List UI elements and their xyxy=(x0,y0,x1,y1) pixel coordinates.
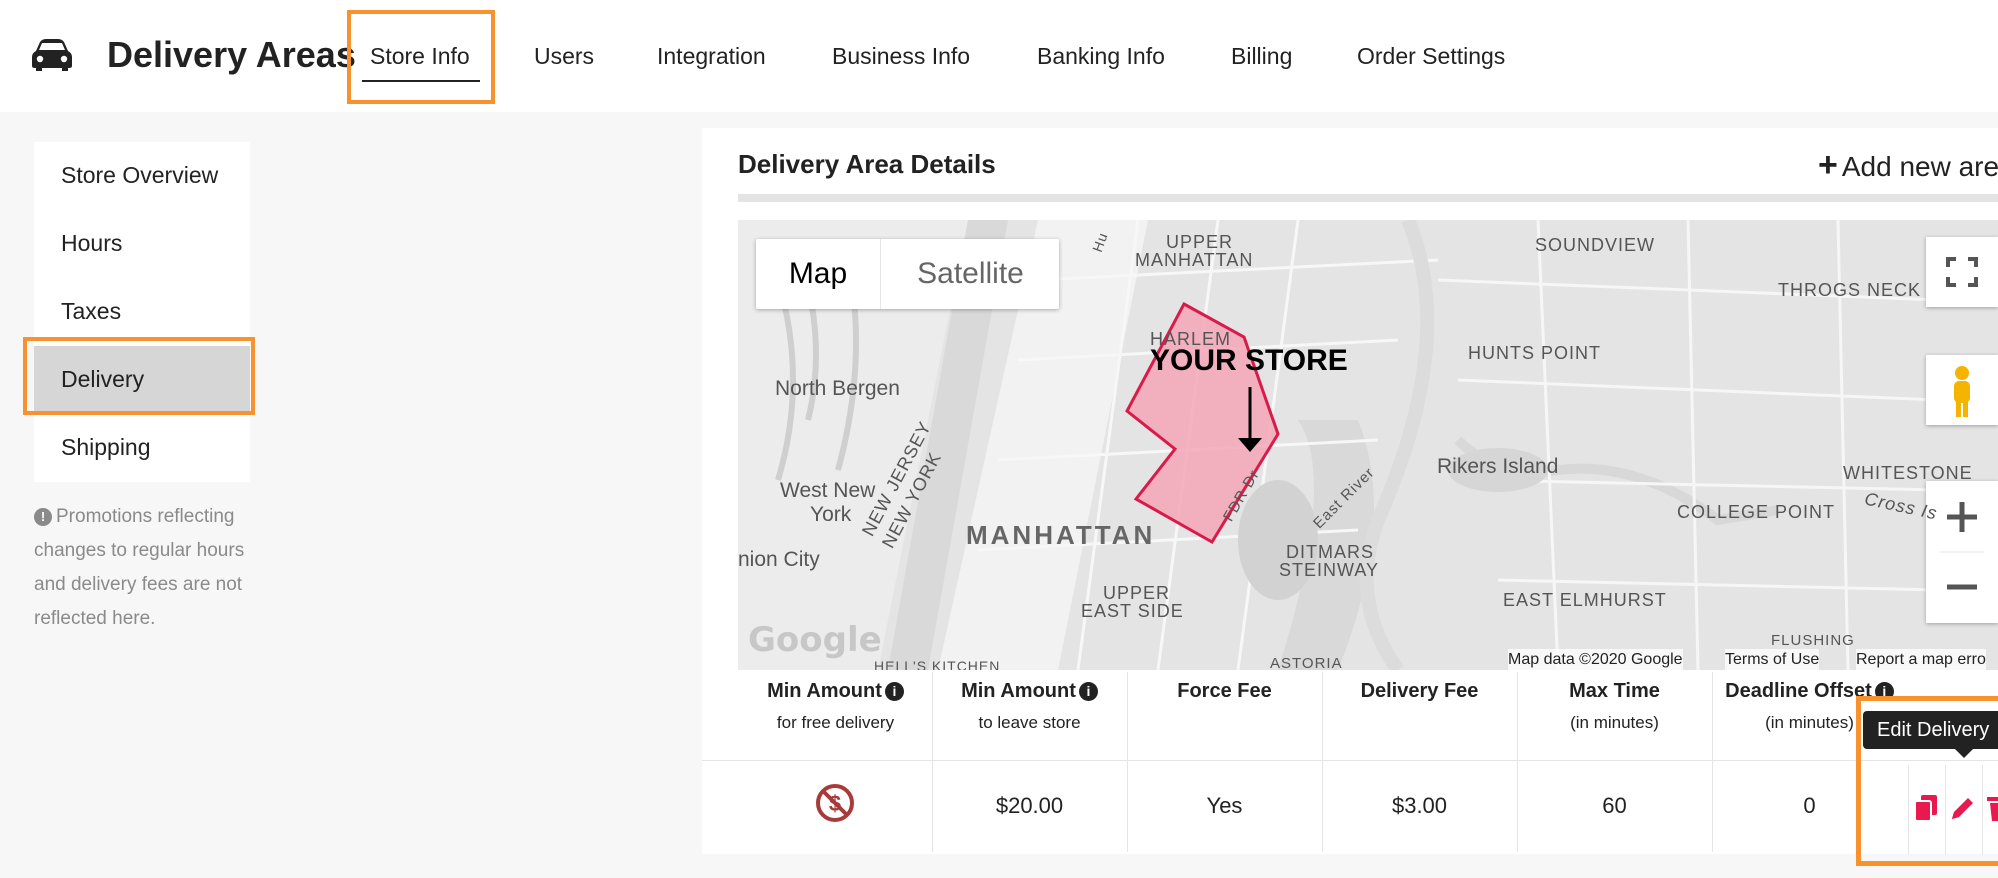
map-label: FLUSHING xyxy=(1771,632,1855,649)
tab-billing[interactable]: Billing xyxy=(1231,43,1292,70)
zoom-out-button[interactable] xyxy=(1926,552,1998,623)
your-store-label: YOUR STORE xyxy=(1150,344,1348,377)
zoom-in-button[interactable] xyxy=(1926,481,1998,552)
tab-integration[interactable]: Integration xyxy=(657,43,766,70)
row-divider xyxy=(702,760,1998,761)
sidebar-item-label: Shipping xyxy=(61,434,151,460)
info-icon[interactable]: i xyxy=(1078,682,1098,701)
google-logo: Google xyxy=(748,620,882,660)
map-label: West New xyxy=(780,479,876,502)
map-type-control: Map Satellite xyxy=(756,239,1059,309)
column-header-min-leave: Min Amount i to leave store xyxy=(932,680,1127,733)
page-title: Delivery Areas xyxy=(107,34,356,75)
map-label: SOUNDVIEW xyxy=(1535,235,1656,255)
tab-order-settings[interactable]: Order Settings xyxy=(1357,43,1505,70)
map-label: EAST ELMHURST xyxy=(1503,590,1667,610)
column-title: Min Amount xyxy=(961,680,1076,702)
column-title: Force Fee xyxy=(1177,680,1272,702)
sidebar-note: ! Promotions reflecting changes to regula… xyxy=(34,500,264,636)
no-dollar-icon: $ xyxy=(816,784,854,822)
sidebar: Store Overview Hours Taxes Delivery Ship… xyxy=(34,142,250,482)
column-title: Max Time xyxy=(1569,680,1660,702)
minus-icon xyxy=(1947,584,1977,590)
tab-store-info[interactable]: Store Info xyxy=(370,43,470,70)
sidebar-item-shipping[interactable]: Shipping xyxy=(34,414,250,482)
panel-divider xyxy=(738,194,1998,202)
map-label: MANHATTAN xyxy=(1135,250,1254,270)
delivery-fee-value: $3.00 xyxy=(1391,793,1448,818)
min-amount-value: $20.00 xyxy=(995,793,1064,818)
column-divider xyxy=(1712,672,1713,852)
map-label: MANHATTAN xyxy=(966,520,1156,550)
map-label: THROGS NECK xyxy=(1778,280,1922,300)
column-divider xyxy=(1127,672,1128,852)
tab-business-info[interactable]: Business Info xyxy=(832,43,970,70)
map-label: North Bergen xyxy=(775,377,900,400)
sidebar-item-store-overview[interactable]: Store Overview xyxy=(34,142,250,210)
zoom-control xyxy=(1926,481,1998,623)
column-subtitle: to leave store xyxy=(978,713,1081,732)
street-view-pegman[interactable] xyxy=(1926,355,1998,425)
map-label: Rikers Island xyxy=(1437,455,1559,478)
satellite-view-button[interactable]: Satellite xyxy=(880,239,1060,309)
pegman-icon xyxy=(1954,366,1970,417)
tab-active-underline xyxy=(362,80,480,82)
exclamation-icon: ! xyxy=(34,508,52,526)
column-title: Delivery Fee xyxy=(1360,680,1479,702)
column-subtitle: for free delivery xyxy=(776,713,895,732)
map-label: HELL'S KITCHEN xyxy=(874,658,1001,670)
map-label: STEINWAY xyxy=(1279,560,1380,580)
report-map-error-link[interactable]: Report a map erro xyxy=(1856,649,1986,670)
map-label: WHITESTONE xyxy=(1843,463,1973,483)
map-label: EAST SIDE xyxy=(1081,601,1184,621)
terms-of-use-link[interactable]: Terms of Use xyxy=(1725,649,1820,670)
map-label: York xyxy=(810,503,852,526)
sidebar-item-label: Hours xyxy=(61,230,123,256)
plus-icon: + xyxy=(1818,146,1838,184)
panel-title: Delivery Area Details xyxy=(738,149,996,179)
column-title: Min Amount xyxy=(767,680,882,702)
map-view-button[interactable]: Map xyxy=(756,239,880,309)
add-new-area-button[interactable]: + Add new are xyxy=(1818,146,1998,185)
car-icon xyxy=(32,39,72,71)
column-header-max-time: Max Time (in minutes) xyxy=(1517,680,1712,733)
force-fee-value: Yes xyxy=(1206,793,1243,818)
column-title: Deadline Offset xyxy=(1725,680,1872,702)
map-label: ASTORIA xyxy=(1270,655,1343,670)
column-divider xyxy=(932,672,933,852)
tab-users[interactable]: Users xyxy=(534,43,594,70)
top-bar: Delivery Areas Store Info Users Integrat… xyxy=(0,0,1998,112)
map-data-attribution: Map data ©2020 Google xyxy=(1508,649,1683,670)
actions-highlight-box xyxy=(1856,696,1998,866)
add-new-area-label: Add new are xyxy=(1841,151,1998,182)
fullscreen-button[interactable] xyxy=(1926,237,1998,307)
column-header-delivery-fee: Delivery Fee xyxy=(1322,680,1517,703)
column-subtitle: (in minutes) xyxy=(1570,713,1659,732)
sidebar-item-label: Store Overview xyxy=(61,162,219,188)
column-header-force-fee: Force Fee xyxy=(1127,680,1322,703)
fullscreen-icon xyxy=(1946,257,1978,287)
delivery-map[interactable]: Map Satellite UPPER MANHATTAN HARLEM SOU… xyxy=(738,220,1998,670)
tab-banking-info[interactable]: Banking Info xyxy=(1037,43,1165,70)
map-label: HUNTS POINT xyxy=(1468,343,1602,363)
max-time-value: 60 xyxy=(1602,793,1627,818)
column-header-min-free: Min Amount i for free delivery xyxy=(738,680,933,733)
plus-icon xyxy=(1947,502,1977,532)
map-label: COLLEGE POINT xyxy=(1677,502,1836,522)
column-divider xyxy=(1517,672,1518,852)
sidebar-item-label: Taxes xyxy=(61,298,122,324)
sidebar-item-taxes[interactable]: Taxes xyxy=(34,278,250,346)
sidebar-note-text: Promotions reflecting changes to regular… xyxy=(34,506,245,629)
sidebar-highlight-box xyxy=(23,337,255,415)
info-icon[interactable]: i xyxy=(884,682,904,701)
map-label: nion City xyxy=(738,548,820,571)
sidebar-item-hours[interactable]: Hours xyxy=(34,210,250,278)
column-divider xyxy=(1322,672,1323,852)
